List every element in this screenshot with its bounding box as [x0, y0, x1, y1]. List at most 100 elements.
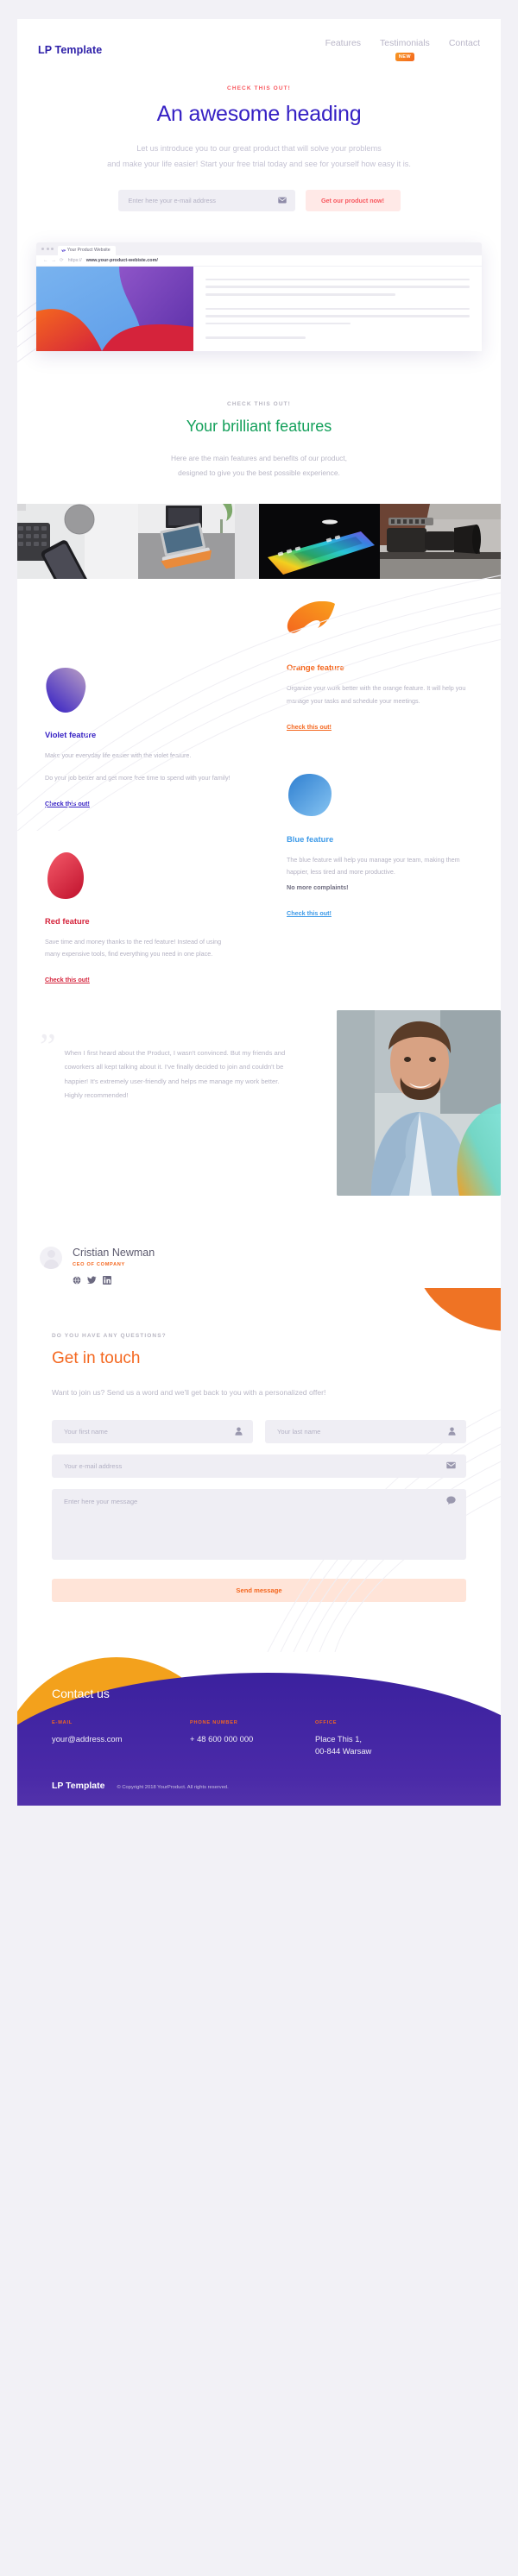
- back-arrow-icon[interactable]: ←: [43, 258, 48, 263]
- hero-section: CHECK THIS OUT! An awesome heading Let u…: [17, 66, 501, 218]
- footer-title: Contact us: [52, 1686, 110, 1700]
- feature-link[interactable]: Check this out!: [45, 976, 90, 983]
- author-social-links: [73, 1273, 155, 1289]
- name-fields-row: [52, 1419, 466, 1443]
- feature-paragraph: Make your everyday life easier with the …: [45, 751, 192, 760]
- message-field[interactable]: [52, 1488, 466, 1560]
- nav-link-label[interactable]: Contact: [449, 38, 480, 48]
- browser-content-placeholder: [193, 267, 482, 351]
- linkedin-icon[interactable]: [103, 1273, 111, 1289]
- author-name: Cristian Newman: [73, 1247, 155, 1260]
- last-name-field[interactable]: [265, 1419, 466, 1443]
- brand-logo[interactable]: LP Template: [38, 44, 102, 56]
- gallery-image-camera[interactable]: [380, 504, 501, 580]
- hero-artwork-image: [36, 266, 193, 351]
- browser-chrome: YP Your Product Website: [36, 242, 482, 255]
- footer-bottom: LP Template © Copyright 2018 YourProduct…: [52, 1781, 501, 1791]
- email-field-row: [52, 1454, 466, 1478]
- blue-blob-icon: [287, 773, 473, 822]
- footer-brand[interactable]: LP Template: [52, 1781, 104, 1791]
- envelope-icon: [277, 197, 287, 204]
- feature-card-orange: Orange feature Organize your work better…: [287, 601, 473, 733]
- globe-icon[interactable]: [73, 1273, 81, 1289]
- avatar: [40, 1247, 62, 1270]
- nav-link-label[interactable]: Testimonials: [380, 38, 430, 48]
- forward-arrow-icon[interactable]: →: [52, 258, 57, 263]
- browser-address-bar[interactable]: ← → ⟳ https://www.your-product-webiste.c…: [36, 254, 482, 267]
- orange-corner-shape: [397, 1288, 501, 1340]
- features-sub-line-1: Here are the main features and benefits …: [171, 453, 347, 462]
- contact-title: Get in touch: [52, 1349, 141, 1368]
- nav-item-testimonials[interactable]: Testimonials NEW: [380, 38, 430, 61]
- nav-link-label[interactable]: Features: [325, 38, 361, 48]
- product-screenshot-section: YP Your Product Website ← → ⟳ https://ww…: [17, 218, 501, 372]
- feature-title: Violet feature: [45, 730, 97, 740]
- footer-content: Contact us E-MAIL your@address.com PHONE…: [17, 1633, 501, 1791]
- favicon-icon: YP: [61, 248, 66, 253]
- message-field-row: [52, 1488, 466, 1560]
- url-domain: www.your-product-webiste.com/: [85, 257, 158, 263]
- gallery-image-keyboard-and-phone[interactable]: [17, 504, 138, 580]
- window-controls[interactable]: [41, 242, 58, 255]
- hero-eyebrow: CHECK THIS OUT!: [227, 85, 291, 91]
- send-message-button[interactable]: Send message: [52, 1578, 466, 1602]
- feature-paragraph: Save time and money thanks to the red fe…: [45, 937, 222, 958]
- person-icon: [235, 1427, 243, 1436]
- gallery-image-rgb-keyboard[interactable]: [259, 504, 380, 580]
- url-protocol: https://: [67, 257, 82, 263]
- footer-copyright: © Copyright 2018 YourProduct. All rights…: [117, 1784, 229, 1790]
- features-sub-line-2: designed to give you the best possible e…: [178, 468, 340, 478]
- contact-email-input[interactable]: [52, 1454, 466, 1478]
- testimonial-author: Cristian Newman CEO OF COMPANY: [17, 1228, 155, 1289]
- nav-item-features[interactable]: Features: [325, 38, 361, 48]
- feature-link[interactable]: Check this out!: [287, 723, 332, 731]
- hero-cta-button[interactable]: Get our product now!: [305, 189, 401, 211]
- features-heading-block: CHECK THIS OUT! Your brilliant features …: [17, 372, 501, 504]
- site-footer: Contact us E-MAIL your@address.com PHONE…: [17, 1633, 501, 1806]
- footer-label: PHONE NUMBER: [190, 1719, 238, 1725]
- feature-title: Red feature: [45, 915, 90, 926]
- twitter-icon[interactable]: [87, 1273, 97, 1289]
- person-icon: [448, 1427, 456, 1436]
- browser-tab[interactable]: YP Your Product Website: [58, 245, 116, 255]
- last-name-input[interactable]: [265, 1419, 466, 1443]
- feature-card-red: Red feature Save time and money thanks t…: [45, 851, 231, 987]
- footer-label: E-MAIL: [52, 1719, 73, 1725]
- gallery-image-laptop-desk[interactable]: [138, 504, 259, 580]
- footer-value[interactable]: + 48 600 000 000: [190, 1733, 315, 1746]
- browser-mockup: YP Your Product Website ← → ⟳ https://ww…: [36, 242, 482, 351]
- testimonial-section: ” When I first heard about the Product, …: [17, 1002, 501, 1307]
- feature-link[interactable]: Check this out!: [287, 909, 332, 917]
- browser-viewport: [36, 266, 482, 351]
- first-name-input[interactable]: [52, 1419, 253, 1443]
- feature-link[interactable]: Check this out!: [45, 800, 90, 807]
- testimonial-portrait-photo: [337, 1010, 501, 1197]
- orange-blob-icon: [287, 601, 473, 650]
- new-badge: NEW: [395, 53, 414, 61]
- message-textarea[interactable]: [52, 1488, 466, 1560]
- feature-paragraph: The blue feature will help you manage yo…: [287, 855, 460, 876]
- footer-value: Place This 1, 00-844 Warsaw: [315, 1733, 372, 1756]
- hero-email-input[interactable]: [117, 189, 295, 211]
- footer-columns: E-MAIL your@address.com PHONE NUMBER + 4…: [52, 1720, 501, 1758]
- page-title: An awesome heading: [156, 102, 362, 126]
- landing-page: LP Template Features Testimonials NEW Co…: [0, 0, 518, 2576]
- envelope-icon: [446, 1461, 456, 1469]
- contact-email-field[interactable]: [52, 1454, 466, 1478]
- red-blob-icon: [45, 851, 231, 904]
- features-title: Your brilliant features: [186, 417, 332, 435]
- hero-lead-line-2: and make your life easier! Start your fr…: [107, 160, 411, 169]
- browser-nav-icons[interactable]: ← → ⟳: [43, 258, 64, 263]
- reload-icon[interactable]: ⟳: [60, 258, 64, 263]
- feature-paragraph: Organize your work better with the orang…: [287, 684, 466, 705]
- footer-value[interactable]: your@address.com: [52, 1733, 190, 1746]
- nav-item-contact[interactable]: Contact: [449, 38, 480, 48]
- photo-gallery: [17, 504, 501, 580]
- features-section: Violet feature Make your everyday life e…: [17, 575, 501, 1002]
- first-name-field[interactable]: [52, 1419, 253, 1443]
- feature-col-left: Violet feature Make your everyday life e…: [17, 601, 259, 986]
- feature-paragraph: Do your job better and get more free tim…: [45, 773, 231, 782]
- hero-email-field[interactable]: [117, 189, 295, 211]
- violet-blob-icon: [45, 667, 231, 718]
- feature-title: Blue feature: [287, 833, 334, 844]
